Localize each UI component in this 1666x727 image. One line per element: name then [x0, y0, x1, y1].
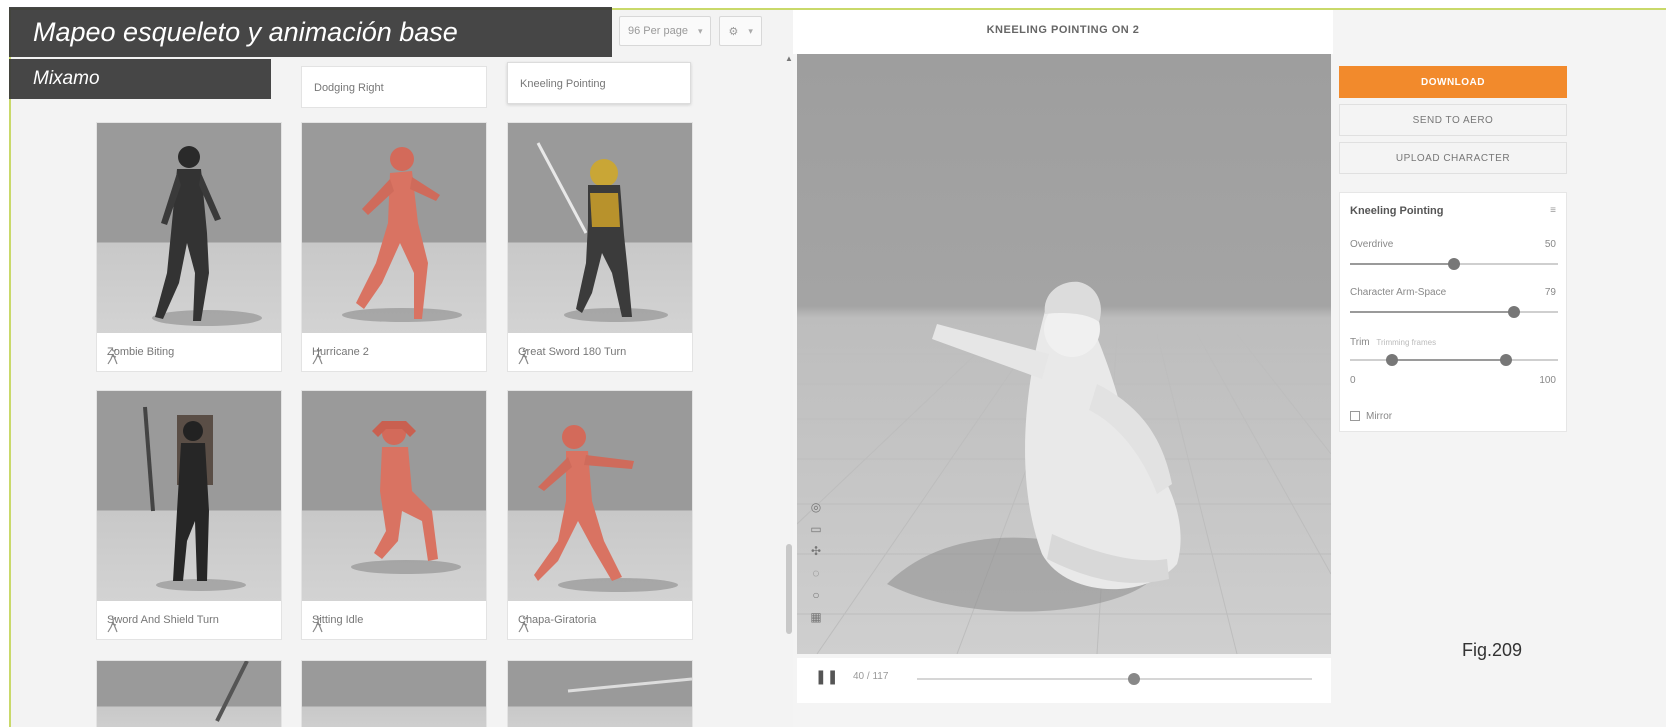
chevron-down-icon: ▾ [697, 25, 703, 36]
send-to-aero-button[interactable]: SEND TO AERO [1339, 104, 1567, 136]
animation-name: Kneeling Pointing [1350, 205, 1444, 217]
animation-card[interactable] [507, 660, 693, 727]
trim-min: 0 [1350, 375, 1356, 386]
animation-settings: Kneeling Pointing ≡ Overdrive 50 Charact… [1339, 192, 1567, 432]
overdrive-label: Overdrive [1350, 239, 1394, 250]
card-label: Dodging Right [314, 82, 384, 94]
card-label: Hurricane 2 [312, 346, 369, 358]
grid-icon[interactable]: ▦ [809, 610, 823, 624]
panel-menu-icon[interactable]: ≡ [1550, 205, 1556, 216]
viewer-title: KNEELING POINTING ON 2 [793, 10, 1333, 54]
animation-card[interactable] [96, 660, 282, 727]
reset-icon[interactable]: ○ [809, 588, 823, 602]
animation-thumbnail [97, 391, 281, 601]
animation-card[interactable]: Zombie Biting [96, 122, 282, 372]
mirror-checkbox[interactable] [1350, 411, 1360, 421]
scrollbar-thumb[interactable] [786, 544, 792, 634]
arm-space-slider[interactable] [1350, 306, 1558, 318]
animation-thumbnail [302, 391, 486, 601]
card-label: Sword And Shield Turn [107, 614, 219, 626]
trim-slider[interactable] [1350, 354, 1558, 366]
per-page-label: 96 Per page [628, 25, 688, 37]
arm-space-fill [1350, 311, 1515, 313]
animation-thumbnail [508, 123, 692, 333]
animation-card[interactable]: Sword And Shield Turn [96, 390, 282, 640]
upload-character-button[interactable]: UPLOAD CHARACTER [1339, 142, 1567, 174]
browser-controls: 96 Per page ▾ ⚙ ▾ [619, 16, 762, 50]
animation-card[interactable] [301, 660, 487, 727]
overdrive-knob[interactable] [1448, 258, 1460, 270]
overdrive-slider[interactable] [1350, 258, 1558, 270]
timeline-knob[interactable] [1128, 673, 1141, 685]
animation-thumbnail [508, 391, 692, 601]
trim-text: Trim [1350, 337, 1370, 348]
playback-bar: ❚❚ 40 / 117 [797, 658, 1331, 703]
card-label: Sitting Idle [312, 614, 364, 626]
frame-counter: 40 / 117 [853, 671, 889, 682]
orbit-icon[interactable]: ✣ [809, 544, 823, 558]
pause-button[interactable]: ❚❚ [815, 668, 838, 685]
animation-thumbnail [302, 123, 486, 333]
overdrive-fill [1350, 263, 1454, 265]
timeline-track[interactable] [917, 673, 1312, 685]
animation-thumbnail [97, 661, 281, 727]
browser-scrollbar[interactable]: ▲ [785, 54, 793, 727]
per-page-select[interactable]: 96 Per page ▾ [619, 16, 712, 46]
trim-hint: Trimming frames [1376, 338, 1437, 347]
arm-space-value: 79 [1544, 287, 1556, 298]
overdrive-value: 50 [1544, 239, 1556, 250]
animation-card[interactable]: Great Sword 180 Turn [507, 122, 693, 372]
arm-space-knob[interactable] [1508, 306, 1521, 318]
viewport-toolbar: ◎ ▭ ✣ ◌ ○ ▦ [809, 500, 829, 624]
trim-label: Trim Trimming frames [1350, 337, 1436, 348]
animation-thumbnail [302, 661, 486, 727]
arm-space-label: Character Arm-Space [1350, 287, 1447, 298]
card-label: Chapa-Giratoria [518, 614, 597, 626]
mirror-label: Mirror [1366, 411, 1393, 422]
chevron-down-icon: ▾ [748, 25, 753, 36]
list-item-selected[interactable]: Kneeling Pointing [507, 62, 691, 104]
download-button[interactable]: DOWNLOAD [1339, 66, 1567, 98]
figure-label: Fig.209 [1462, 640, 1523, 660]
animation-thumbnail [508, 661, 692, 727]
3d-viewport[interactable] [797, 54, 1331, 654]
trim-start-knob[interactable] [1385, 354, 1398, 366]
animation-thumbnail [97, 123, 281, 333]
target-icon[interactable]: ◎ [809, 500, 823, 514]
settings-panel: DOWNLOAD SEND TO AERO UPLOAD CHARACTER K… [1331, 54, 1666, 727]
animation-card[interactable]: Sitting Idle [301, 390, 487, 640]
list-item[interactable]: Dodging Right [301, 66, 487, 108]
animation-card[interactable]: Chapa-Giratoria [507, 390, 693, 640]
gear-icon: ⚙ [728, 25, 739, 38]
zoom-icon[interactable]: ◌ [809, 566, 823, 580]
animation-card[interactable]: Hurricane 2 [301, 122, 487, 372]
view-settings-button[interactable]: ⚙ ▾ [719, 16, 762, 46]
viewport-scene [797, 281, 1331, 654]
trim-end-knob[interactable] [1500, 354, 1512, 366]
slide-subtitle: Mixamo [9, 59, 271, 99]
app-frame: 96 Per page ▾ ⚙ ▾ Dodging Right Kneeling… [9, 8, 1666, 727]
slide-title: Mapeo esqueleto y animación base [9, 7, 612, 57]
trim-fill [1391, 359, 1506, 361]
card-label: Kneeling Pointing [520, 78, 606, 90]
pan-icon[interactable]: ▭ [809, 522, 823, 536]
animation-browser: 96 Per page ▾ ⚙ ▾ Dodging Right Kneeling… [11, 10, 793, 727]
trim-max: 100 [1539, 375, 1556, 386]
card-label: Zombie Biting [107, 346, 175, 358]
scroll-up-icon[interactable]: ▲ [785, 54, 793, 63]
card-label: Great Sword 180 Turn [518, 346, 627, 358]
